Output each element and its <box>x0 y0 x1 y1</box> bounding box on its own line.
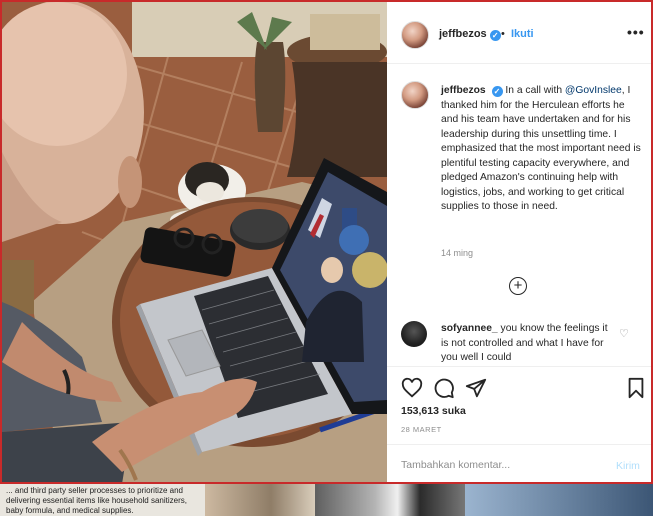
caption-avatar[interactable] <box>401 81 429 109</box>
comment-username[interactable]: sofyannee_ <box>441 323 498 334</box>
post-author[interactable]: jeffbezos ✓ <box>439 28 501 41</box>
likes-count[interactable]: 153,613 suka <box>401 405 466 417</box>
heart-icon[interactable] <box>401 377 423 399</box>
post-photo-illustration <box>2 2 387 482</box>
post-photo[interactable] <box>2 2 387 482</box>
post-header: jeffbezos ✓ • Ikuti ••• <box>387 2 651 64</box>
post-caption: jeffbezos ✓ In a call with @GovInslee, I… <box>441 84 641 215</box>
post-modal: jeffbezos ✓ • Ikuti ••• jeffbezos ✓ In a … <box>0 0 653 484</box>
follow-button[interactable]: Ikuti <box>511 28 534 40</box>
background-image <box>205 484 315 516</box>
background-feed: ... and third party seller processes to … <box>0 484 653 516</box>
caption-username[interactable]: jeffbezos <box>441 85 486 96</box>
comment: sofyannee_ you know the feelings it is n… <box>441 322 611 366</box>
load-more-comments-icon[interactable]: + <box>509 277 527 295</box>
post-author-username[interactable]: jeffbezos <box>439 28 487 40</box>
comment-avatar[interactable] <box>401 321 427 347</box>
caption-text-body: , I thanked him for the Herculean effort… <box>441 85 641 212</box>
more-options-icon[interactable]: ••• <box>627 24 645 40</box>
verified-badge-icon: ✓ <box>491 86 503 97</box>
post-comment-button[interactable]: Kirim <box>616 460 640 472</box>
comment-icon[interactable] <box>433 377 455 399</box>
post-sidebar: jeffbezos ✓ • Ikuti ••• jeffbezos ✓ In a … <box>387 2 651 482</box>
comments-area[interactable]: jeffbezos ✓ In a call with @GovInslee, I… <box>387 64 651 366</box>
comment-input[interactable] <box>401 456 601 474</box>
comment-like-icon[interactable]: ♡ <box>619 327 629 340</box>
background-image <box>315 484 465 516</box>
add-comment-form: Kirim <box>387 444 651 482</box>
avatar[interactable] <box>401 21 429 49</box>
background-article-text: ... and third party seller processes to … <box>0 484 205 516</box>
bookmark-icon[interactable] <box>625 377 647 399</box>
post-actions: 153,613 suka 28 MARET <box>387 366 651 444</box>
separator-dot: • <box>501 28 505 40</box>
caption-timestamp[interactable]: 14 ming <box>441 248 473 258</box>
post-date[interactable]: 28 MARET <box>401 425 442 434</box>
caption-text-start: In a call with <box>505 85 565 96</box>
verified-badge-icon: ✓ <box>489 30 501 41</box>
caption-mention-link[interactable]: @GovInslee <box>565 85 622 96</box>
share-icon[interactable] <box>465 377 487 399</box>
background-image <box>465 484 653 516</box>
